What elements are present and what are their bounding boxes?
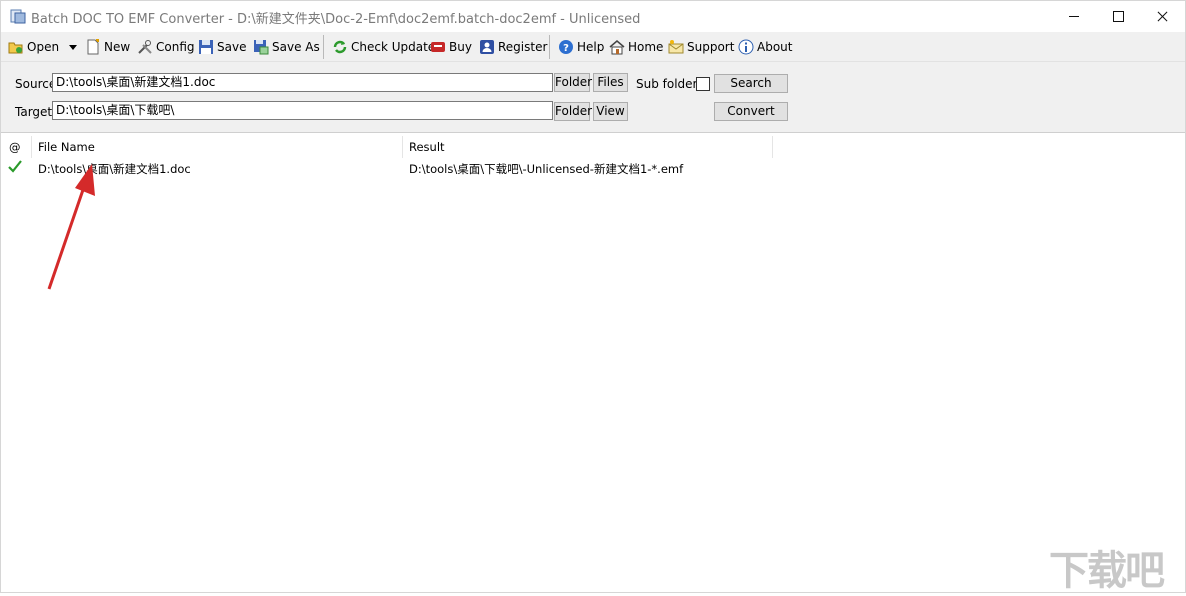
toolbar: Open New Config Save Save As Check Updat… xyxy=(1,32,1185,62)
home-icon xyxy=(609,40,625,55)
app-icon xyxy=(10,9,26,24)
target-label: Target xyxy=(15,105,53,119)
source-label: Source xyxy=(15,77,57,91)
home-button[interactable]: Home xyxy=(609,36,663,58)
source-files-button[interactable]: Files xyxy=(593,73,628,92)
column-header-file-name[interactable]: File Name xyxy=(32,136,403,158)
subfolders-checkbox[interactable] xyxy=(696,77,710,91)
window-title: Batch DOC TO EMF Converter - D:\新建文件夹\Do… xyxy=(31,12,641,27)
open-dropdown-arrow-icon[interactable] xyxy=(69,45,77,50)
new-document-icon xyxy=(87,39,99,55)
about-button[interactable]: About xyxy=(738,36,792,58)
buy-button[interactable]: Buy xyxy=(430,36,472,58)
close-button[interactable] xyxy=(1139,1,1185,32)
minimize-button[interactable] xyxy=(1051,1,1097,32)
open-button[interactable]: Open xyxy=(8,36,59,58)
title-bar: Batch DOC TO EMF Converter - D:\新建文件夹\Do… xyxy=(1,1,1185,32)
save-button[interactable]: Save xyxy=(198,36,246,58)
column-header-result[interactable]: Result xyxy=(403,136,773,158)
help-icon: ? xyxy=(559,40,573,54)
save-as-button[interactable]: Save As xyxy=(253,36,320,58)
watermark: 下载吧 xyxy=(1049,548,1165,594)
refresh-icon xyxy=(333,40,347,54)
subfolders-label: Sub folders xyxy=(636,77,704,91)
toolbar-separator xyxy=(323,35,324,59)
view-button[interactable]: View xyxy=(593,102,628,121)
source-folder-button[interactable]: Folder xyxy=(554,73,592,92)
floppy-disk-icon xyxy=(199,40,213,54)
row-result[interactable]: D:\tools\桌面\下载吧\-Unlicensed-新建文档1-*.emf xyxy=(409,161,683,177)
config-tools-icon xyxy=(138,40,152,54)
column-header-status[interactable]: @ xyxy=(3,136,32,158)
support-icon xyxy=(668,40,684,54)
save-as-icon xyxy=(254,40,269,55)
maximize-button[interactable] xyxy=(1095,1,1141,32)
cart-icon xyxy=(431,42,445,52)
support-button[interactable]: Support xyxy=(668,36,734,58)
app-window: Batch DOC TO EMF Converter - D:\新建文件夹\Do… xyxy=(0,0,1186,594)
register-user-icon xyxy=(480,40,494,54)
info-icon xyxy=(738,39,754,55)
target-folder-button[interactable]: Folder xyxy=(554,102,592,121)
help-button[interactable]: ? Help xyxy=(558,36,604,58)
check-update-button[interactable]: Check Update xyxy=(332,36,435,58)
search-button[interactable]: Search xyxy=(714,74,788,93)
success-check-icon xyxy=(8,160,22,173)
svg-text:?: ? xyxy=(563,43,569,54)
file-list[interactable]: @ File Name Result D:\tools\桌面\新建文档1.doc… xyxy=(1,133,1185,591)
config-button[interactable]: Config xyxy=(137,36,195,58)
annotation-arrow-icon xyxy=(47,164,95,290)
register-button[interactable]: Register xyxy=(479,36,547,58)
open-folder-icon xyxy=(8,42,23,54)
new-button[interactable]: New xyxy=(85,36,130,58)
source-path-input[interactable]: D:\tools\桌面\新建文档1.doc xyxy=(52,73,553,92)
toolbar-separator xyxy=(549,35,550,59)
convert-button[interactable]: Convert xyxy=(714,102,788,121)
target-path-input[interactable]: D:\tools\桌面\下载吧\ xyxy=(52,101,553,120)
path-panel: Source D:\tools\桌面\新建文档1.doc Folder File… xyxy=(1,62,1185,133)
